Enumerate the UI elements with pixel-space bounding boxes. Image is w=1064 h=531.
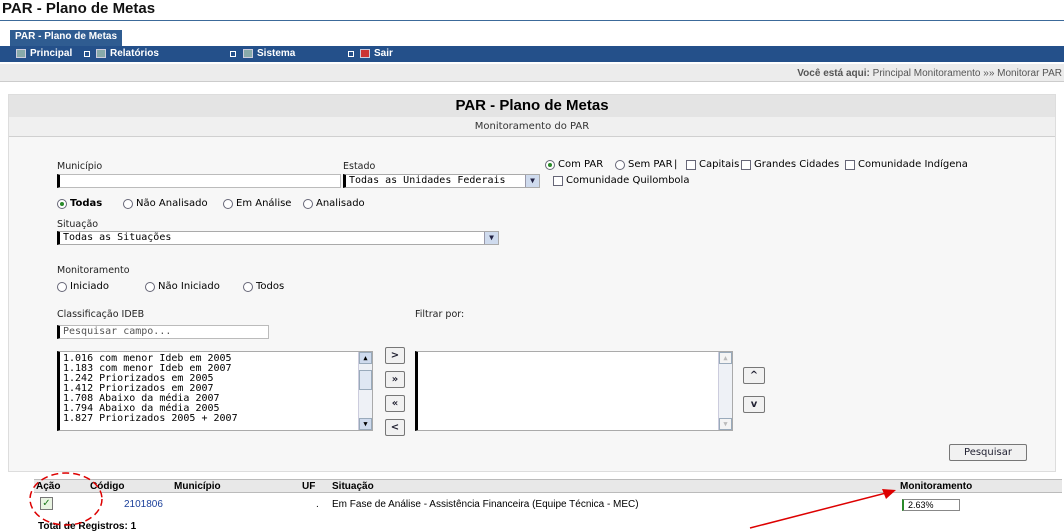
annotation-arrow-line (749, 491, 891, 529)
annotation-arrow-head (882, 489, 896, 499)
annotation-overlay (29, 472, 896, 529)
annotation-circle (29, 472, 103, 526)
